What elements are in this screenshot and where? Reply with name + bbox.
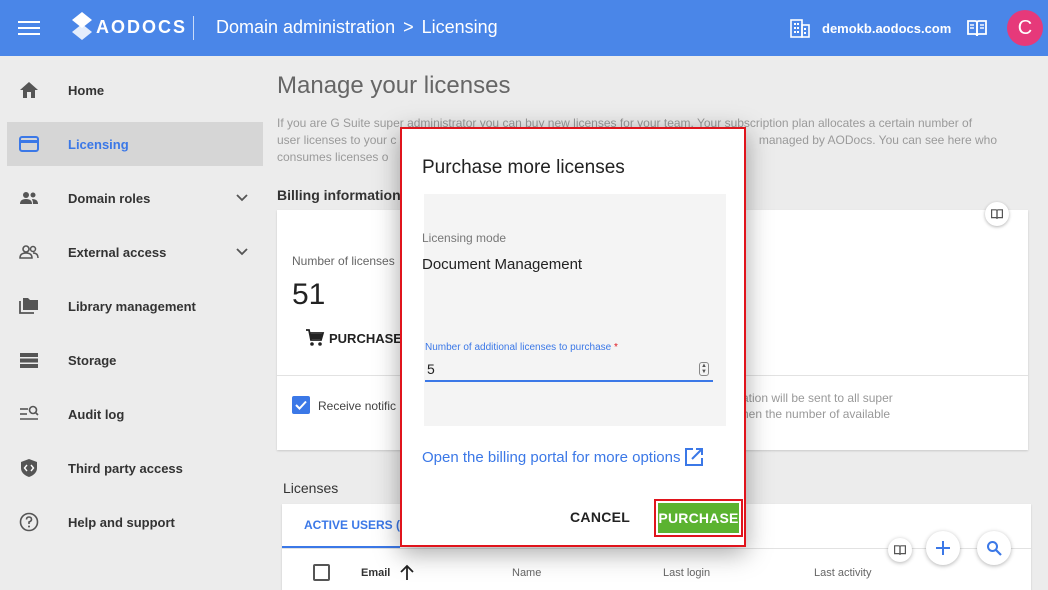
sidebar-item-third-party-access[interactable]: Third party access [7,446,263,490]
search-icon [987,541,1002,556]
additional-licenses-input[interactable] [425,358,713,382]
arrow-up-icon[interactable] [399,563,415,581]
column-header-last-login[interactable]: Last login [663,567,710,579]
intro-line-end: managed by AODocs. You can see here who [758,133,997,147]
cart-icon [306,329,325,346]
number-stepper-icon[interactable]: ▲ ▼ [699,362,709,376]
search-button[interactable] [977,531,1011,565]
sidebar-item-label: Help and support [68,514,175,530]
tab-active-users[interactable]: ACTIVE USERS (5 [282,504,400,548]
licensing-mode-value: Document Management [422,256,583,273]
add-user-button[interactable] [926,531,960,565]
select-all-checkbox[interactable] [313,564,330,581]
sidebar-item-label: Home [68,82,105,98]
help-icon [19,512,39,532]
billing-information-title: Billing information [277,187,401,203]
billing-portal-link[interactable]: Open the billing portal for more options [422,447,704,467]
sidebar-item-label: Third party access [68,460,183,476]
domain-name: demokb.aodocs.com [822,20,952,36]
sidebar-item-audit-log[interactable]: Audit log [7,392,263,436]
chevron-down-icon[interactable] [235,244,249,258]
storage-icon [20,353,38,368]
people-outline-icon [19,245,39,259]
breadcrumb-separator: > [403,17,414,37]
cancel-button[interactable]: CANCEL [570,509,630,525]
required-asterisk: * [614,342,618,353]
aodocs-logo[interactable]: AODOCS [72,12,187,42]
plus-icon [936,541,950,555]
confirm-purchase-button[interactable]: PURCHASE [658,503,739,533]
sidebar-item-help-and-support[interactable]: Help and support [7,500,263,544]
additional-licenses-label-text: Number of additional licenses to purchas… [425,342,612,353]
dialog-title: Purchase more licenses [422,157,625,178]
notification-note: ation will be sent to all super hen the … [742,390,893,422]
people-icon [20,192,38,204]
folders-icon [19,298,38,314]
intro-line-start: user licenses to your c [277,133,397,147]
chevron-down-icon[interactable] [235,190,249,204]
additional-licenses-label: Number of additional licenses to purchas… [425,342,618,353]
documentation-icon [894,545,906,555]
purchase-button-label: PURCHASE [329,330,402,346]
breadcrumb-domain-administration[interactable]: Domain administration [216,17,395,38]
topbar-divider [193,16,194,40]
licenses-title: Licenses [283,480,339,496]
audit-icon [20,405,39,420]
sidebar-item-label: Domain roles [68,190,151,206]
receive-notifications-checkbox[interactable] [292,396,310,414]
receive-notifications-label: Receive notific [318,399,397,413]
notification-note-line: hen the number of available [742,407,891,421]
documentation-icon[interactable] [985,202,1009,226]
breadcrumb: Domain administration > Licensing [216,17,498,38]
purchase-button[interactable]: PURCHASE [305,328,402,348]
sidebar-item-library-management[interactable]: Library management [7,284,263,328]
sidebar-item-external-access[interactable]: External access [7,230,263,274]
avatar[interactable]: C [1007,10,1043,46]
number-of-licenses-label: Number of licenses [292,254,395,268]
building-icon [790,19,810,38]
column-header-last-activity[interactable]: Last activity [814,567,871,579]
sidebar: Home Licensing Domain roles External acc… [0,56,270,590]
top-app-bar: AODOCS Domain administration > Licensing… [0,0,1048,56]
column-header-email[interactable]: Email [361,567,390,579]
page-title: Manage your licenses [277,72,511,99]
sidebar-item-label: Audit log [68,406,125,422]
breadcrumb-licensing: Licensing [421,17,498,37]
documentation-button[interactable] [888,538,912,562]
column-header-name[interactable]: Name [512,567,541,579]
sidebar-item-licensing[interactable]: Licensing [7,122,263,166]
domain-switcher[interactable]: demokb.aodocs.com [790,18,951,38]
sidebar-item-storage[interactable]: Storage [7,338,263,382]
card-icon [19,136,39,152]
aodocs-logo-mark-icon [72,12,92,40]
dialog-form-panel [424,194,726,426]
licensing-mode-label: Licensing mode [422,231,507,245]
license-count: 51 [292,278,326,311]
purchase-licenses-dialog: Purchase more licenses Licensing mode Do… [400,127,746,547]
tabs-divider [282,548,1031,549]
sidebar-item-label: External access [68,244,167,260]
open-in-new-icon [685,448,704,466]
billing-portal-link-text: Open the billing portal for more options [422,448,681,466]
sidebar-item-label: Licensing [68,136,129,152]
home-icon [20,82,38,98]
sidebar-item-label: Library management [68,298,196,314]
sidebar-item-label: Storage [68,352,117,368]
menu-icon[interactable] [18,18,40,38]
shield-code-icon [21,459,37,477]
purchase-button-highlight: PURCHASE [654,499,743,537]
sidebar-item-home[interactable]: Home [7,68,263,112]
sidebar-item-domain-roles[interactable]: Domain roles [7,176,263,220]
documentation-icon[interactable] [966,18,988,38]
notification-note-line: ation will be sent to all super [742,391,893,405]
logo-text: AODOCS [96,16,188,37]
